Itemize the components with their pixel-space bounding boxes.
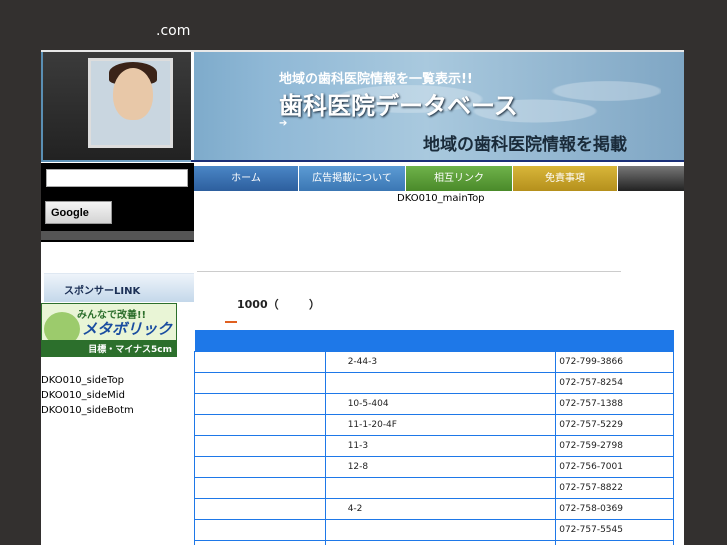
table-header-bar: [194, 330, 674, 351]
address-cell: [324, 518, 557, 541]
table-row: 4-2 072-758-0369: [194, 497, 674, 520]
address-cell: 11-3: [324, 434, 557, 457]
nav-advertising[interactable]: 広告掲載について: [299, 166, 406, 191]
clinic-name-cell[interactable]: [194, 413, 326, 436]
phone-cell: 072-757-5545: [555, 518, 674, 541]
table-row: 11-3 072-759-2798: [194, 434, 674, 457]
banner-divider: [191, 52, 194, 162]
clinic-name-cell[interactable]: [194, 350, 326, 373]
google-search-button[interactable]: Google: [45, 201, 112, 224]
phone-cell: 072-757-8822: [555, 476, 674, 499]
address-cell: [324, 476, 557, 499]
main-top-ad-slot: DKO010_mainTop: [397, 193, 485, 204]
clinic-name-cell[interactable]: [194, 455, 326, 478]
phone-cell: 072-759-2798: [555, 434, 674, 457]
search-box-footer: [41, 231, 194, 240]
address-cell: 12-8: [324, 455, 557, 478]
nav-disclaimer[interactable]: 免責事項: [513, 166, 618, 191]
main-nav: ホーム 広告掲載について 相互リンク 免責事項: [194, 166, 684, 191]
clinic-name-cell[interactable]: [194, 476, 326, 499]
phone-cell: 072-757-5229: [555, 413, 674, 436]
result-count-suffix: ）: [309, 298, 320, 311]
address-cell: 2-44-3: [324, 350, 557, 373]
address-cell: 1-12-5: [324, 539, 557, 545]
arrow-icon: ➔: [279, 118, 288, 129]
person-face: [113, 68, 153, 120]
phone-cell: 072-799-3866: [555, 350, 674, 373]
banner-tagline: 地域の歯科医院情報を掲載: [423, 135, 627, 155]
table-row: 2-44-3 072-799-3866: [194, 350, 674, 373]
side-bottom-ad-slot: DKO010_sideBotm: [41, 405, 134, 416]
table-row: 072-757-8822: [194, 476, 674, 499]
phone-cell: 072-757-1110: [555, 539, 674, 545]
ad-main-text: メタボリック: [82, 320, 173, 338]
site-name[interactable]: .com: [156, 23, 190, 39]
banner-photo: [43, 52, 191, 160]
clinic-name-cell[interactable]: [194, 497, 326, 520]
sponsor-heading: スポンサーLINK: [44, 273, 194, 302]
clinic-name-cell[interactable]: [194, 539, 326, 545]
phone-cell: 072-758-0369: [555, 497, 674, 520]
nav-mutual-links[interactable]: 相互リンク: [406, 166, 513, 191]
header-banner[interactable]: 地域の歯科医院情報を一覧表示!! 歯科医院データベース ➔ 地域の歯科医院情報を…: [41, 52, 684, 162]
table-row: 10-5-404 072-757-1388: [194, 392, 674, 415]
address-cell: 10-5-404: [324, 392, 557, 415]
clinic-name-cell[interactable]: [194, 371, 326, 394]
side-top-ad-slot: DKO010_sideTop: [41, 375, 125, 386]
result-count-heading: 1000（: [237, 298, 279, 311]
search-input[interactable]: [46, 169, 188, 187]
nav-end-cap: [618, 166, 684, 191]
address-cell: 11-1-20-4F: [324, 413, 557, 436]
table-row: 12-8 072-756-7001: [194, 455, 674, 478]
table-row: 1-12-5072-757-1110: [194, 539, 674, 545]
page-wrapper: 地域の歯科医院情報を一覧表示!! 歯科医院データベース ➔ 地域の歯科医院情報を…: [41, 50, 684, 545]
clinic-table: 2-44-3 072-799-3866 072-757-8254 10-5-404 07…: [194, 330, 674, 545]
ad-bottom-text: 目標・マイナス5cm: [42, 340, 176, 356]
table-row: 072-757-5545: [194, 518, 674, 541]
table-row: 11-1-20-4F 072-757-5229: [194, 413, 674, 436]
metabolic-ad-banner[interactable]: みんなで改善!! メタボリック 目標・マイナス5cm: [41, 303, 177, 357]
banner-subtitle: 地域の歯科医院情報を一覧表示!!: [279, 72, 473, 87]
phone-cell: 072-757-1388: [555, 392, 674, 415]
accent-dash: [225, 321, 237, 323]
address-cell: [324, 371, 557, 394]
address-cell: 4-2: [324, 497, 557, 520]
clinic-name-cell[interactable]: [194, 434, 326, 457]
banner-title: 歯科医院データベース: [279, 92, 518, 120]
phone-cell: 072-756-7001: [555, 455, 674, 478]
nav-home[interactable]: ホーム: [194, 166, 299, 191]
banner-bottom-bar: [191, 160, 684, 162]
clinic-name-cell[interactable]: [194, 518, 326, 541]
side-mid-ad-slot: DKO010_sideMid: [41, 390, 125, 401]
table-row: 072-757-8254: [194, 371, 674, 394]
phone-cell: 072-757-8254: [555, 371, 674, 394]
divider: [197, 271, 621, 272]
clinic-name-cell[interactable]: [194, 392, 326, 415]
